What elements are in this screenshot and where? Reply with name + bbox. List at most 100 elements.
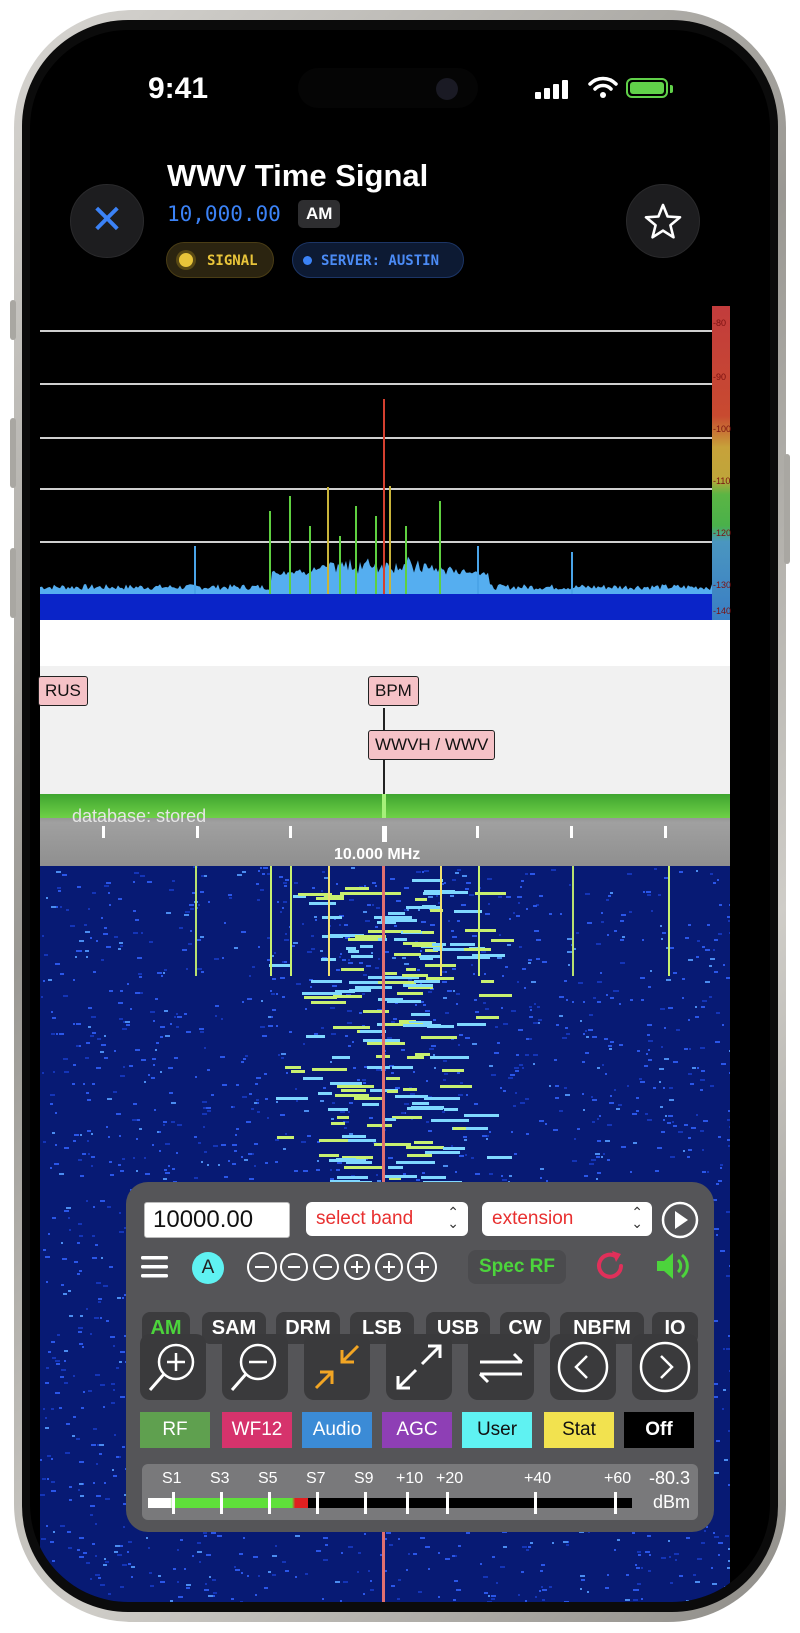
zoom-out-icon [230,1343,277,1391]
s-meter-label: +20 [436,1470,464,1487]
scale-label: -130 [713,580,732,590]
battery-icon [626,78,668,98]
band-select-label: select band [316,1208,414,1229]
spec-rf-button[interactable]: Spec RF [468,1250,566,1284]
band-select[interactable]: select band ⌃ ⌄ [306,1202,468,1236]
scale-label: -100 [713,424,732,434]
step-back-button[interactable] [550,1334,616,1400]
camera-icon [436,78,458,100]
close-button[interactable]: ✕ [70,184,144,258]
server-chip-label: SERVER: AUSTIN [321,253,440,269]
s-meter-value: -80.3 [648,1468,690,1488]
s-meter-tick [316,1492,319,1514]
s-meter-tick [534,1492,537,1514]
ruler-tick [570,826,573,838]
spectrum-trace [40,399,712,620]
swap-arrows-icon [478,1352,524,1384]
station-frequency: 10,000.00 [167,202,281,226]
reload-icon[interactable] [592,1248,628,1284]
swap-button[interactable] [468,1334,534,1400]
dbm-scale: -80 -90 -100 -110 -120 -130 -140 [712,306,732,620]
expand-arrows-icon [396,1344,442,1390]
chevron-left-icon [557,1341,609,1393]
chevron-updown-icon: ⌃ ⌄ [631,1204,643,1231]
s-meter-label: S7 [306,1470,326,1487]
scale-label: -140 [713,606,732,616]
extension-select[interactable]: extension ⌃ ⌄ [482,1202,652,1236]
station-title: WWV Time Signal [167,158,429,193]
ruler-tick [476,826,479,838]
zoom-out-button[interactable] [222,1334,288,1400]
menu-icon[interactable] [140,1252,170,1282]
step-forward-button[interactable] [632,1334,698,1400]
database-status: database: stored [72,806,207,826]
volume-up-button [10,418,16,488]
s-meter-tick [172,1492,175,1514]
s-meter-tick [446,1492,449,1514]
antenna-badge[interactable]: A [192,1252,224,1284]
chevron-right-icon [639,1341,691,1393]
star-icon [644,203,682,239]
frequency-ruler[interactable]: database: stored 10.000 MHz [40,794,730,866]
status-bar: 9:41 [30,30,770,140]
cellular-signal-icon [535,80,571,99]
power-button [784,454,790,564]
s-meter-tick [614,1492,617,1514]
s-meter-label: +40 [524,1470,552,1487]
scale-label: -120 [713,528,732,538]
tab-wf12[interactable]: WF12 [222,1412,292,1448]
station-tag-bpm[interactable]: BPM [368,676,419,706]
s-meter-label: +60 [604,1470,632,1487]
scale-label: -90 [713,372,727,382]
center-frequency-label: 10.000 MHz [334,846,421,863]
spectrum-display[interactable]: -80 -90 -100 -110 -120 -130 -140 [40,306,732,620]
zoom-max-button[interactable] [386,1334,452,1400]
speaker-icon[interactable] [654,1248,694,1284]
status-time: 9:41 [148,72,209,105]
s-meter-tick [406,1492,409,1514]
s-meter-label: +10 [396,1470,424,1487]
tab-off[interactable]: Off [624,1412,694,1448]
compress-arrows-icon [314,1344,360,1390]
play-button[interactable] [660,1200,700,1240]
zoom-band-button[interactable] [304,1334,370,1400]
zoom-step-buttons[interactable] [246,1250,442,1284]
screen: 9:41 ✕ WWV Time Signal 10,000.00 AM SIGN… [30,30,770,1602]
ruler-tick [382,826,387,842]
tab-agc[interactable]: AGC [382,1412,452,1448]
scale-label: -80 [713,318,727,328]
signal-chip: SIGNAL [166,242,274,278]
zoom-in-icon [148,1343,195,1391]
tab-rf[interactable]: RF [140,1412,210,1448]
station-tag-rus[interactable]: RUS [38,676,88,706]
tuning-marker [382,794,386,818]
ruler-tick [664,826,667,838]
signal-chip-label: SIGNAL [207,253,258,269]
s-meter-label: S5 [258,1470,278,1487]
s-meter-label: S9 [354,1470,374,1487]
s-meter-label: S3 [210,1470,230,1487]
s-meter-readout: -80.3 dBm [649,1466,690,1514]
volume-down-button [10,548,16,618]
s-meter-unit: dBm [652,1492,690,1512]
tab-audio[interactable]: Audio [302,1412,372,1448]
s-meter-label: S1 [162,1470,182,1487]
zoom-in-button[interactable] [140,1334,206,1400]
tab-stat[interactable]: Stat [544,1412,614,1448]
favorite-button[interactable] [626,184,700,258]
s-meter-tick [364,1492,367,1514]
mode-badge: AM [298,200,341,228]
chevron-updown-icon: ⌃ ⌄ [447,1204,459,1231]
extension-select-label: extension [492,1208,574,1229]
wifi-icon [588,76,618,98]
action-button [10,300,16,340]
ruler-tick [196,826,199,838]
frequency-input[interactable]: 10000.00 [144,1202,290,1238]
close-icon: ✕ [90,198,124,242]
spectrum-gap [40,620,730,666]
s-meter-tick [268,1492,271,1514]
station-tag-wwv[interactable]: WWVH / WWV [368,730,496,760]
tab-user[interactable]: User [462,1412,532,1448]
ruler-tick [102,826,105,838]
ruler-tick [289,826,292,838]
